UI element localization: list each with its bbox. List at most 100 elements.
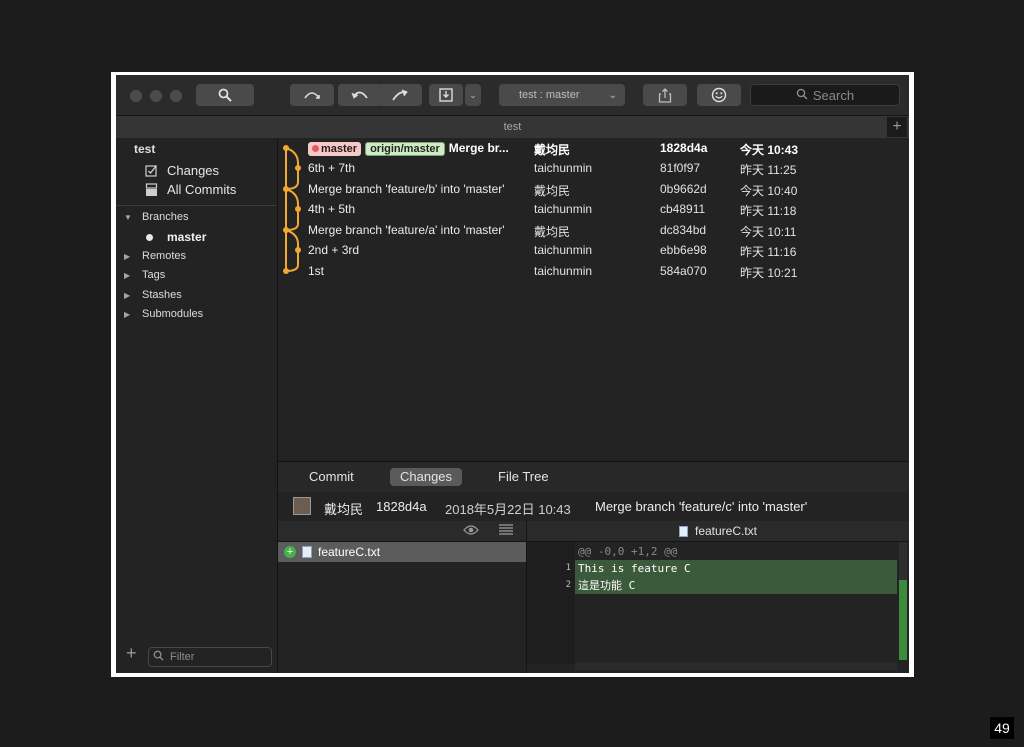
- fetch-icon: [302, 88, 322, 102]
- commit-message: 6th + 7th: [308, 161, 356, 175]
- commit-date: 今天 10:40: [740, 184, 798, 198]
- search-toggle-button[interactable]: [196, 84, 254, 106]
- commit-date: 昨天 11:18: [740, 204, 797, 218]
- sidebar-item-changes[interactable]: Changes: [144, 163, 219, 178]
- fetch-button[interactable]: [290, 84, 334, 106]
- commit-author: taichunmin: [534, 264, 593, 278]
- commit-sha: 81f0f97: [660, 161, 701, 175]
- smiley-icon: [711, 87, 727, 103]
- commit-message: 4th + 5th: [308, 202, 356, 216]
- sidebar-section-label: Tags: [142, 269, 166, 281]
- push-icon: [390, 88, 410, 102]
- pull-button[interactable]: [338, 84, 382, 106]
- sidebar-filter-input[interactable]: Filter: [148, 647, 272, 667]
- diff-hunk-header: @@ -0,0 +1,2 @@: [578, 545, 678, 558]
- commit-author: 戴均民: [534, 184, 571, 198]
- sidebar-section-tags[interactable]: ▶ Tags: [124, 269, 165, 281]
- file-list-header: [278, 521, 527, 542]
- sidebar-section-label: Stashes: [142, 289, 182, 301]
- list-item[interactable]: + featureC.txt: [278, 542, 526, 562]
- tag-label: origin/master: [370, 143, 440, 155]
- stash-icon: [439, 88, 453, 102]
- sidebar-section-branches[interactable]: ▼ Branches: [124, 211, 188, 223]
- branch-tag-local[interactable]: master: [308, 142, 362, 156]
- detail-tab-bar: Commit Changes File Tree: [278, 461, 909, 493]
- search-icon: [218, 88, 232, 102]
- commit-date: 今天 10:43: [740, 143, 799, 157]
- push-button[interactable]: [378, 84, 422, 106]
- sidebar-section-stashes[interactable]: ▶ Stashes: [124, 289, 182, 301]
- commit-date: 昨天 11:25: [740, 163, 797, 177]
- repository-tab-title[interactable]: test: [504, 121, 522, 133]
- commit-row[interactable]: 4th + 5th taichunmin cb48911 昨天 11:18: [278, 199, 909, 219]
- tag-label: master: [321, 143, 358, 155]
- branch-selector-label: test : master: [519, 89, 580, 101]
- commit-author: taichunmin: [534, 202, 593, 216]
- search-field[interactable]: Search: [750, 84, 900, 106]
- share-button[interactable]: [643, 84, 687, 106]
- commits-icon: [144, 182, 158, 197]
- branch-label: master: [167, 230, 207, 244]
- commit-sha: 0b9662d: [660, 182, 707, 196]
- commit-row[interactable]: Merge branch 'feature/b' into 'master' 戴…: [278, 179, 909, 199]
- scrollbar-thumb[interactable]: [899, 580, 907, 660]
- sidebar-section-submodules[interactable]: ▶ Submodules: [124, 308, 203, 320]
- sidebar-divider: [116, 205, 277, 206]
- commit-date: 今天 10:11: [740, 225, 797, 239]
- commit-row[interactable]: master origin/master Merge br... 戴均民 1828d…: [278, 138, 909, 158]
- repository-name: test: [134, 142, 156, 156]
- new-tab-button[interactable]: +: [887, 117, 907, 137]
- horizontal-scrollbar[interactable]: [575, 662, 897, 670]
- line-number: 2: [565, 580, 571, 590]
- minimize-window-button[interactable]: [150, 90, 162, 102]
- branch-selector[interactable]: test : master ⌄: [499, 84, 625, 106]
- commit-row[interactable]: Merge branch 'feature/a' into 'master' 戴…: [278, 220, 909, 240]
- commit-message: Merge br...: [448, 141, 509, 155]
- app-window: ⌄ test : master ⌄ Search test + test Cha…: [116, 75, 909, 673]
- commit-row[interactable]: 1st taichunmin 584a070 昨天 10:21: [278, 261, 909, 281]
- diff-view[interactable]: @@ -0,0 +1,2 @@ 1 This is feature C 2 這是…: [527, 542, 909, 673]
- chevron-down-icon: ⌄: [608, 89, 617, 101]
- commit-date: 2018年5月22日 10:43: [445, 502, 571, 517]
- close-window-button[interactable]: [130, 90, 142, 102]
- text-file-icon: [302, 546, 312, 558]
- sidebar-section-label: Submodules: [142, 308, 204, 320]
- commit-row[interactable]: 6th + 7th taichunmin 81f0f97 昨天 11:25: [278, 158, 909, 178]
- diff-added-line: This is feature C: [575, 560, 897, 577]
- sidebar-item-label: All Commits: [167, 182, 237, 197]
- share-icon: [658, 87, 672, 103]
- list-view-icon[interactable]: [499, 524, 513, 538]
- commit-author: taichunmin: [534, 161, 593, 175]
- sidebar-item-all-commits[interactable]: All Commits: [144, 182, 236, 197]
- avatar: [293, 497, 311, 515]
- commit-author: 戴均民: [324, 502, 364, 517]
- sidebar-item-branch-master[interactable]: master: [146, 230, 206, 244]
- commit-info-bar: 戴均民 1828d4a 2018年5月22日 10:43 Merge branc…: [278, 492, 909, 521]
- stash-menu-button[interactable]: ⌄: [465, 84, 481, 106]
- add-button[interactable]: +: [126, 643, 137, 664]
- changed-files-list: + featureC.txt: [278, 542, 527, 673]
- branch-tag-remote[interactable]: origin/master: [365, 142, 445, 156]
- commit-row[interactable]: 2nd + 3rd taichunmin ebb6e98 昨天 11:16: [278, 240, 909, 260]
- diff-header: featureC.txt: [527, 521, 909, 542]
- commit-message: Merge branch 'feature/a' into 'master': [308, 223, 505, 237]
- commit-message: 1st: [308, 264, 325, 278]
- sidebar-section-remotes[interactable]: ▶ Remotes: [124, 250, 186, 262]
- commit-list: master origin/master Merge br... 戴均民 1828d…: [278, 138, 909, 461]
- vertical-scrollbar[interactable]: [899, 542, 907, 660]
- commit-message: 2nd + 3rd: [308, 243, 360, 257]
- disclosure-closed-icon: ▶: [124, 251, 131, 261]
- commit-date: 昨天 11:16: [740, 245, 797, 259]
- tab-file-tree[interactable]: File Tree: [488, 468, 559, 486]
- zoom-window-button[interactable]: [170, 90, 182, 102]
- stash-button[interactable]: [429, 84, 463, 106]
- tab-commit[interactable]: Commit: [299, 468, 364, 486]
- commit-date: 昨天 10:21: [740, 266, 798, 280]
- commit-sha: 584a070: [660, 264, 707, 278]
- disclosure-closed-icon: ▶: [124, 290, 131, 300]
- feedback-button[interactable]: [697, 84, 741, 106]
- sidebar-item-label: Changes: [167, 163, 220, 178]
- eye-icon[interactable]: [463, 524, 479, 539]
- tab-changes[interactable]: Changes: [390, 468, 463, 486]
- disclosure-closed-icon: ▶: [124, 270, 131, 280]
